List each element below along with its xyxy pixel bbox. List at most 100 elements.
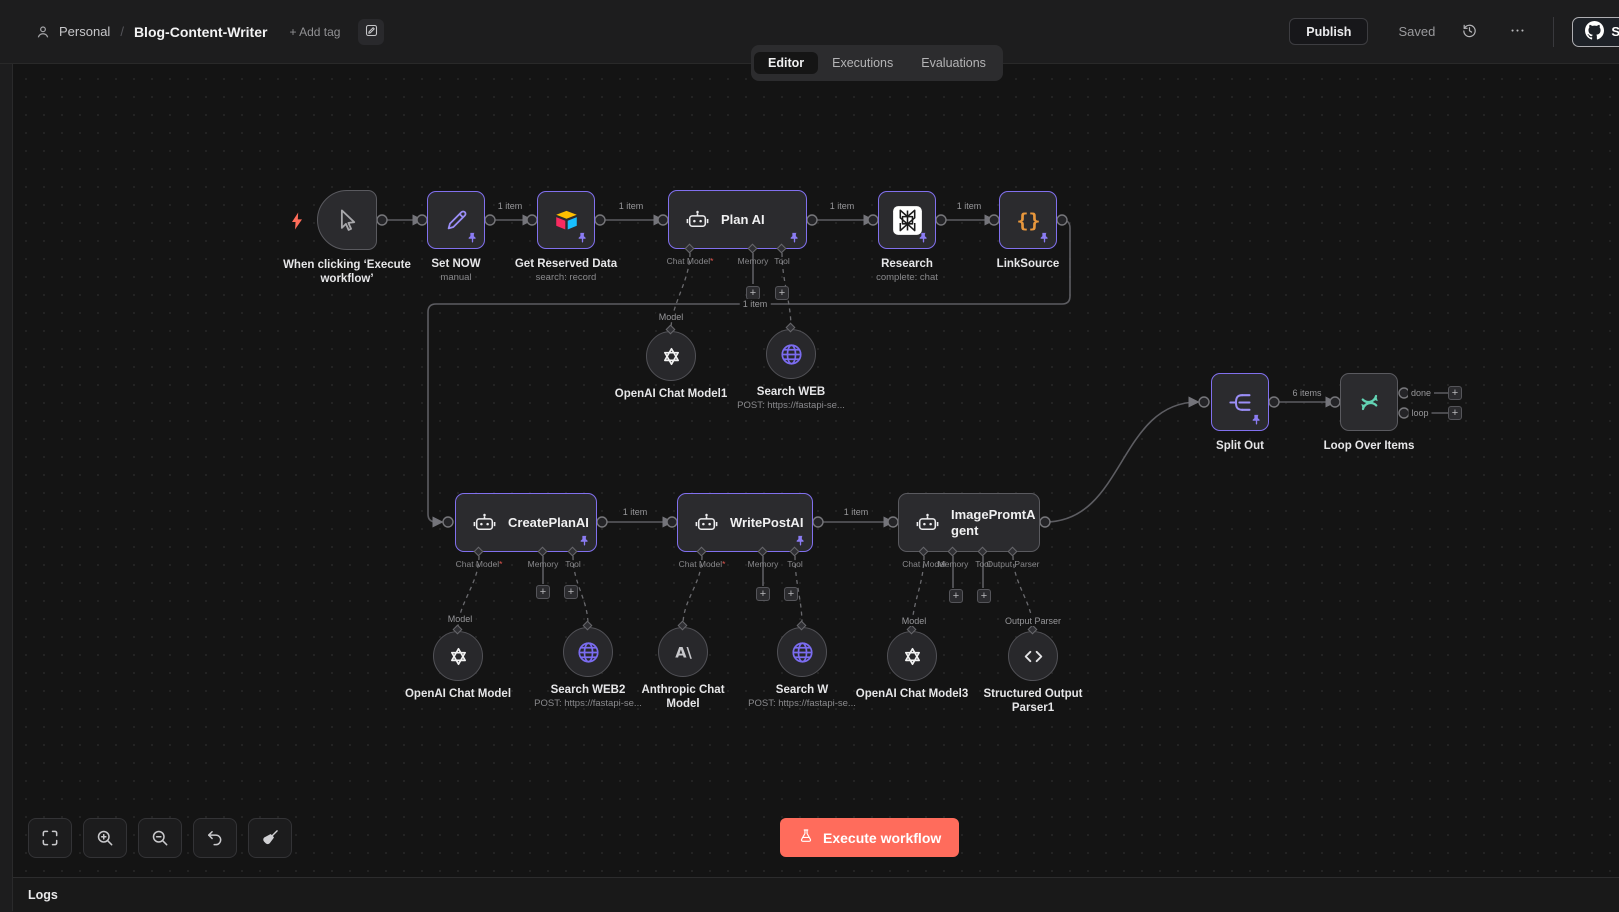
add-node-button[interactable]: +: [784, 587, 798, 601]
edit-icon: [364, 23, 379, 41]
openai-icon: [900, 644, 925, 669]
connection-label: 1 item: [841, 507, 872, 517]
code-icon: [1021, 644, 1046, 669]
add-node-button[interactable]: +: [1448, 386, 1462, 400]
node-subtitle: complete: chat: [832, 272, 982, 283]
node-imagepromtagent[interactable]: ImagePromtAgent: [898, 493, 1040, 552]
add-node-button[interactable]: +: [949, 589, 963, 603]
undo-button[interactable]: [193, 818, 237, 858]
subnode-anthropic-chat-model[interactable]: A\: [658, 627, 708, 677]
nodes-layer: When clicking ‘Execute workflow’Set NOWm…: [0, 0, 1619, 911]
subnode-structured-output-parser1[interactable]: [1008, 631, 1058, 681]
connection-label: loop: [1408, 408, 1431, 418]
port-label: Chat Model*: [679, 559, 726, 569]
breadcrumb-separator: /: [120, 24, 124, 39]
subnode-search-w[interactable]: [777, 627, 827, 677]
node-writepost-ai[interactable]: WritePostAI: [677, 493, 813, 552]
subnode-search-web[interactable]: [766, 329, 816, 379]
port-label: Chat Model*: [456, 559, 503, 569]
connection-label: 6 items: [1289, 388, 1324, 398]
ellipsis-icon: [1509, 22, 1526, 42]
rename-workflow-button[interactable]: [358, 19, 384, 45]
connection-label: 1 item: [495, 201, 526, 211]
loop-icon: [1356, 389, 1383, 416]
pencil-icon: [443, 207, 470, 234]
required-asterisk: *: [499, 559, 502, 569]
port-label: Tool: [565, 559, 581, 569]
openai-icon: [659, 344, 684, 369]
history-button[interactable]: [1455, 18, 1483, 46]
header-divider: [1553, 17, 1554, 47]
workflow-name[interactable]: Blog-Content-Writer: [134, 24, 268, 40]
subnode-search-web2[interactable]: [563, 627, 613, 677]
node-manual-trigger[interactable]: [317, 190, 377, 250]
add-node-button[interactable]: +: [756, 587, 770, 601]
tab-editor[interactable]: Editor: [754, 52, 818, 74]
flask-icon: [798, 828, 814, 847]
anthropic-icon: A\: [671, 640, 696, 665]
node-title: CreatePlanAI: [508, 515, 589, 531]
subnode-openai-chat-model[interactable]: [433, 631, 483, 681]
port-label: Memory: [528, 559, 559, 569]
robot-icon: [472, 510, 497, 535]
tidy-up-button[interactable]: [248, 818, 292, 858]
connection-label: Output Parser: [1002, 616, 1064, 626]
add-node-button[interactable]: +: [746, 286, 760, 300]
zoom-in-icon: [95, 828, 115, 848]
add-node-button[interactable]: +: [775, 286, 789, 300]
canvas-left-divider: [12, 64, 13, 911]
cursor-icon: [334, 207, 361, 234]
port-label: Tool: [774, 256, 790, 266]
node-title: Split Out: [1165, 439, 1315, 453]
subnode-openai-chat-model3[interactable]: [887, 631, 937, 681]
zoom-out-button[interactable]: [138, 818, 182, 858]
subnode-title: Search WEB: [726, 385, 856, 399]
add-node-button[interactable]: +: [536, 585, 550, 599]
add-tag-button[interactable]: + Add tag: [289, 25, 340, 39]
connection-label: done: [1408, 388, 1434, 398]
tab-evaluations[interactable]: Evaluations: [907, 52, 1000, 74]
node-title: LinkSource: [953, 257, 1103, 271]
history-icon: [1461, 22, 1478, 42]
pin-icon: [1040, 232, 1049, 243]
fit-view-button[interactable]: [28, 818, 72, 858]
more-options-button[interactable]: [1503, 18, 1531, 46]
github-star-button[interactable]: S: [1572, 17, 1619, 47]
breadcrumb-project[interactable]: Personal: [59, 24, 110, 39]
connection-label: 1 item: [740, 299, 771, 309]
pin-icon: [1252, 414, 1261, 425]
node-createplan-ai[interactable]: CreatePlanAI: [455, 493, 597, 552]
publish-button[interactable]: Publish: [1289, 18, 1368, 45]
pin-icon: [468, 232, 477, 243]
pin-icon: [580, 535, 589, 546]
node-set-now[interactable]: [427, 191, 485, 249]
robot-icon: [915, 510, 940, 535]
subnode-openai-chat-model1[interactable]: [646, 331, 696, 381]
svg-text:A\: A\: [675, 644, 692, 661]
add-node-button[interactable]: +: [1448, 406, 1462, 420]
connection-label: 1 item: [954, 201, 985, 211]
subnode-title: Structured Output Parser1: [977, 687, 1089, 716]
add-node-button[interactable]: +: [977, 589, 991, 603]
node-research[interactable]: [878, 191, 936, 249]
view-tabs: Editor Executions Evaluations: [751, 45, 1003, 81]
node-plan-ai[interactable]: Plan AI: [668, 190, 807, 249]
port-label: Memory: [938, 559, 969, 569]
node-get-reserved-data[interactable]: [537, 191, 595, 249]
logs-panel[interactable]: Logs: [13, 877, 1619, 912]
required-asterisk: *: [722, 559, 725, 569]
zoom-out-icon: [150, 828, 170, 848]
port-label: Memory: [738, 256, 769, 266]
braces-icon: {}: [1013, 205, 1044, 236]
execute-workflow-label: Execute workflow: [823, 830, 941, 846]
pin-icon: [790, 232, 799, 243]
node-split-out[interactable]: [1211, 373, 1269, 431]
add-node-button[interactable]: +: [564, 585, 578, 599]
user-icon: [35, 24, 51, 40]
port-label: Chat Model*: [667, 256, 714, 266]
zoom-in-button[interactable]: [83, 818, 127, 858]
tab-executions[interactable]: Executions: [818, 52, 907, 74]
execute-workflow-button[interactable]: Execute workflow: [780, 818, 959, 857]
node-loop-over-items[interactable]: [1340, 373, 1398, 431]
node-linksource[interactable]: {}: [999, 191, 1057, 249]
